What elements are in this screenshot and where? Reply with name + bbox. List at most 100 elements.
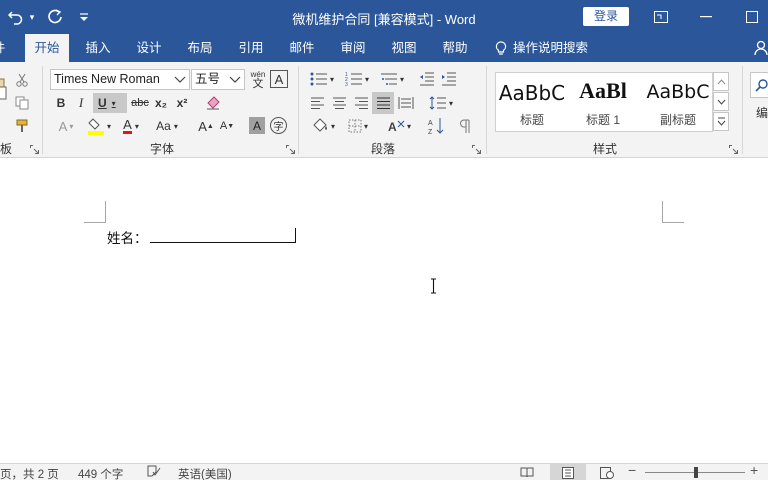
style-heading[interactable]: AaBbC 标题 [496,73,568,131]
styles-scroll-down-icon[interactable] [713,92,729,111]
increase-indent-icon[interactable] [439,69,459,89]
print-layout-icon[interactable] [550,464,586,480]
proofing-icon[interactable] [147,465,161,480]
bold-button[interactable]: B [53,93,69,113]
share-user-icon[interactable] [752,34,768,62]
borders-button[interactable]: ▾ [343,116,373,136]
sort-icon[interactable]: AZ [426,116,446,136]
character-shading-button[interactable]: A [249,117,265,134]
format-painter-icon[interactable] [12,116,32,136]
language-status[interactable]: 英语(美国) [178,466,232,480]
grow-font-button[interactable]: A ▲ [197,116,215,136]
line-spacing-button[interactable]: ▾ [425,93,457,113]
font-name-combo[interactable]: Times New Roman [50,69,190,90]
paragraph-launcher-icon[interactable] [472,143,482,154]
underline-button[interactable]: U ▾ [93,93,127,113]
shading-button[interactable]: ▾ [306,116,340,136]
font-color-label: A [123,117,132,134]
word-count-status[interactable]: 449 个字 [78,466,123,480]
tab-home[interactable]: 开始 [25,34,69,62]
chevron-down-icon: ▾ [330,121,335,131]
font-size-combo[interactable]: 五号 [191,69,245,90]
styles-scroll-up-icon[interactable] [713,72,729,91]
style-heading-name: 标题 [519,113,544,127]
chevron-down-icon: ▾ [106,121,111,131]
font-color-button[interactable]: A ▾ [117,116,145,136]
styles-launcher-icon[interactable] [729,143,739,154]
document-canvas[interactable]: 姓名： [0,159,768,463]
clear-formatting-icon[interactable] [203,93,223,113]
numbering-button[interactable]: 1 2 3 ▾ [341,69,373,89]
tab-references[interactable]: 引用 [229,34,273,62]
style-subtitle-name: 副标题 [659,113,696,127]
highlight-button[interactable]: ▾ [84,116,114,136]
zoom-out-icon[interactable]: − [628,462,636,478]
chevron-down-icon: ▾ [329,74,334,84]
chevron-down-icon: ▾ [111,98,116,108]
minimize-icon[interactable] [689,4,723,30]
crop-mark-top-right [662,201,684,223]
tell-me-search[interactable]: 操作说明搜索 [495,34,588,62]
justify-icon[interactable] [372,92,394,114]
align-right-icon[interactable] [351,93,371,113]
tell-me-label: 操作说明搜索 [513,41,589,55]
name-underline-field[interactable] [150,242,296,243]
clipboard-group-label: 板 [0,142,13,156]
text-effects-label: A [58,118,68,134]
ribbon-display-options-icon[interactable] [644,4,678,30]
styles-more-icon[interactable] [713,112,729,131]
line-spacing-icon [429,96,446,110]
decrease-indent-icon[interactable] [417,69,437,89]
tab-help[interactable]: 帮助 [433,34,477,62]
chevron-down-icon: ▾ [363,121,368,131]
change-case-label: Aa [156,119,171,133]
tab-review[interactable]: 审阅 [331,34,375,62]
change-case-button[interactable]: Aa ▾ [151,116,183,136]
align-left-icon[interactable] [307,93,327,113]
font-launcher-icon[interactable] [286,143,296,154]
superscript-button[interactable]: x² [174,93,190,113]
zoom-in-icon[interactable]: + [750,462,758,478]
page-count-status[interactable]: 页，共 2 页 [0,466,59,480]
shrink-font-button[interactable]: A ▼ [218,116,236,136]
text-effects-button[interactable]: A ▾ [53,116,79,136]
copy-icon[interactable] [12,93,32,113]
tab-design[interactable]: 设计 [127,34,171,62]
read-mode-icon[interactable] [513,464,541,480]
tab-mailings[interactable]: 邮件 [280,34,324,62]
show-formatting-marks-icon[interactable] [456,116,476,136]
character-border-button[interactable]: A [270,70,288,88]
name-field-label: 姓名： [107,231,148,246]
styles-group-label: 样式 [593,142,618,156]
tab-insert[interactable]: 插入 [76,34,120,62]
style-subtitle[interactable]: AaBbC 副标题 [642,73,712,131]
italic-button[interactable]: I [73,93,89,113]
tab-view[interactable]: 视图 [382,34,426,62]
distributed-icon[interactable] [396,93,416,113]
chinese-layout-button[interactable]: A ▾ [383,116,415,136]
svg-text:3: 3 [345,82,348,86]
maximize-icon[interactable] [735,4,768,30]
web-layout-icon[interactable] [593,464,621,480]
bullets-button[interactable]: ▾ [306,69,338,89]
enclose-characters-button[interactable]: 字 [270,117,287,134]
cut-icon[interactable] [12,70,32,90]
login-button[interactable]: 登录 [583,7,629,26]
clipboard-launcher-icon[interactable] [30,143,40,154]
align-center-icon[interactable] [329,93,349,113]
borders-icon [348,119,362,133]
multilevel-list-button[interactable]: ▾ [376,69,408,89]
chevron-down-icon: ▾ [448,98,453,108]
find-icon[interactable] [750,72,768,98]
tab-layout[interactable]: 布局 [178,34,222,62]
phonetic-guide-button[interactable]: wén 文 [248,68,268,92]
subscript-button[interactable]: x₂ [153,93,169,113]
highlighter-icon [87,118,104,135]
strikethrough-button[interactable]: abc [129,93,151,113]
zoom-slider-thumb[interactable] [694,467,698,478]
styles-gallery: AaBbC 标题 AaBl 标题 1 AaBbC 副标题 [495,72,713,132]
tab-file-partial[interactable]: 件 [0,34,8,62]
chevron-down-icon: ▾ [173,121,178,131]
style-heading-1[interactable]: AaBl 标题 1 [568,73,638,131]
paste-icon[interactable] [0,72,8,104]
